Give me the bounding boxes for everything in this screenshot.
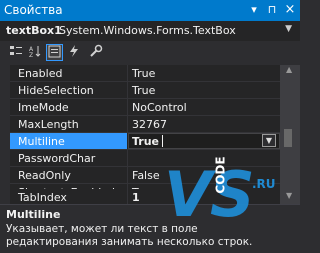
description-text: Указывает, может ли текст в поле редакти…	[6, 223, 253, 248]
property-name: Multiline	[18, 135, 65, 148]
properties-toolbar: AZ	[0, 41, 300, 65]
property-value[interactable]: NoControl	[132, 101, 187, 114]
svg-text:Z: Z	[29, 52, 33, 58]
close-icon[interactable]: ×	[283, 2, 297, 18]
chevron-down-icon[interactable]: ▼	[285, 24, 292, 34]
categorized-icon[interactable]	[8, 44, 24, 60]
property-name: MaxLength	[18, 118, 79, 131]
property-row-hideselection[interactable]: HideSelection True	[10, 82, 280, 99]
property-name: TabIndex	[18, 191, 67, 204]
property-row-imemode[interactable]: ImeMode NoControl	[10, 99, 280, 116]
property-row-multiline[interactable]: Multiline True ▼	[10, 133, 280, 150]
property-row-readonly[interactable]: ReadOnly False	[10, 167, 280, 184]
property-value[interactable]: 1	[132, 191, 140, 204]
column-divider	[127, 82, 128, 98]
events-icon[interactable]	[66, 44, 82, 60]
property-value[interactable]: True	[132, 84, 155, 97]
pin-icon[interactable]: ⊓	[265, 2, 279, 18]
property-row-enabled[interactable]: Enabled True	[10, 65, 280, 82]
scroll-down-icon[interactable]: ▼	[286, 191, 292, 200]
grid-gutter	[0, 65, 10, 204]
column-divider	[127, 189, 128, 205]
object-name: textBox1	[6, 24, 62, 37]
column-divider	[127, 116, 128, 132]
property-value[interactable]: True	[132, 67, 155, 80]
column-divider	[127, 167, 128, 183]
column-divider	[127, 99, 128, 115]
property-value[interactable]: 32767	[132, 118, 167, 131]
column-divider	[127, 65, 128, 81]
property-row-tabindex-visible[interactable]: TabIndex 1	[10, 189, 280, 205]
property-name: ImeMode	[18, 101, 69, 114]
property-pages-icon[interactable]	[88, 44, 104, 60]
property-name: ReadOnly	[18, 169, 71, 182]
property-name: HideSelection	[18, 84, 94, 97]
object-selector[interactable]: textBox1 System.Windows.Forms.TextBox ▼	[0, 21, 300, 41]
property-value[interactable]: False	[132, 169, 160, 182]
window-titlebar: Свойства ▾ ⊓ ×	[0, 0, 300, 21]
chevron-down-icon[interactable]: ▼	[262, 134, 276, 147]
property-value-input[interactable]: True	[132, 135, 159, 148]
scroll-up-icon[interactable]: ▲	[286, 65, 292, 74]
property-row-passwordchar[interactable]: PasswordChar	[10, 150, 280, 167]
window-title: Свойства	[4, 3, 63, 17]
property-name: PasswordChar	[18, 152, 96, 165]
description-title: Multiline	[6, 208, 61, 221]
property-name: Enabled	[18, 67, 63, 80]
object-type: System.Windows.Forms.TextBox	[59, 24, 236, 37]
properties-icon[interactable]	[46, 44, 63, 61]
scroll-thumb[interactable]	[284, 129, 292, 147]
description-pane: Multiline Указывает, может ли текст в по…	[0, 204, 300, 253]
vertical-scrollbar[interactable]: ▲ ▼	[280, 65, 300, 204]
property-grid: Enabled True HideSelection True ImeMode …	[0, 65, 300, 204]
property-row-maxlength[interactable]: MaxLength 32767	[10, 116, 280, 133]
text-caret	[162, 135, 163, 147]
alphabetical-icon[interactable]: AZ	[27, 44, 43, 60]
window-position-dropdown-icon[interactable]: ▾	[247, 2, 261, 18]
column-divider	[127, 150, 128, 166]
